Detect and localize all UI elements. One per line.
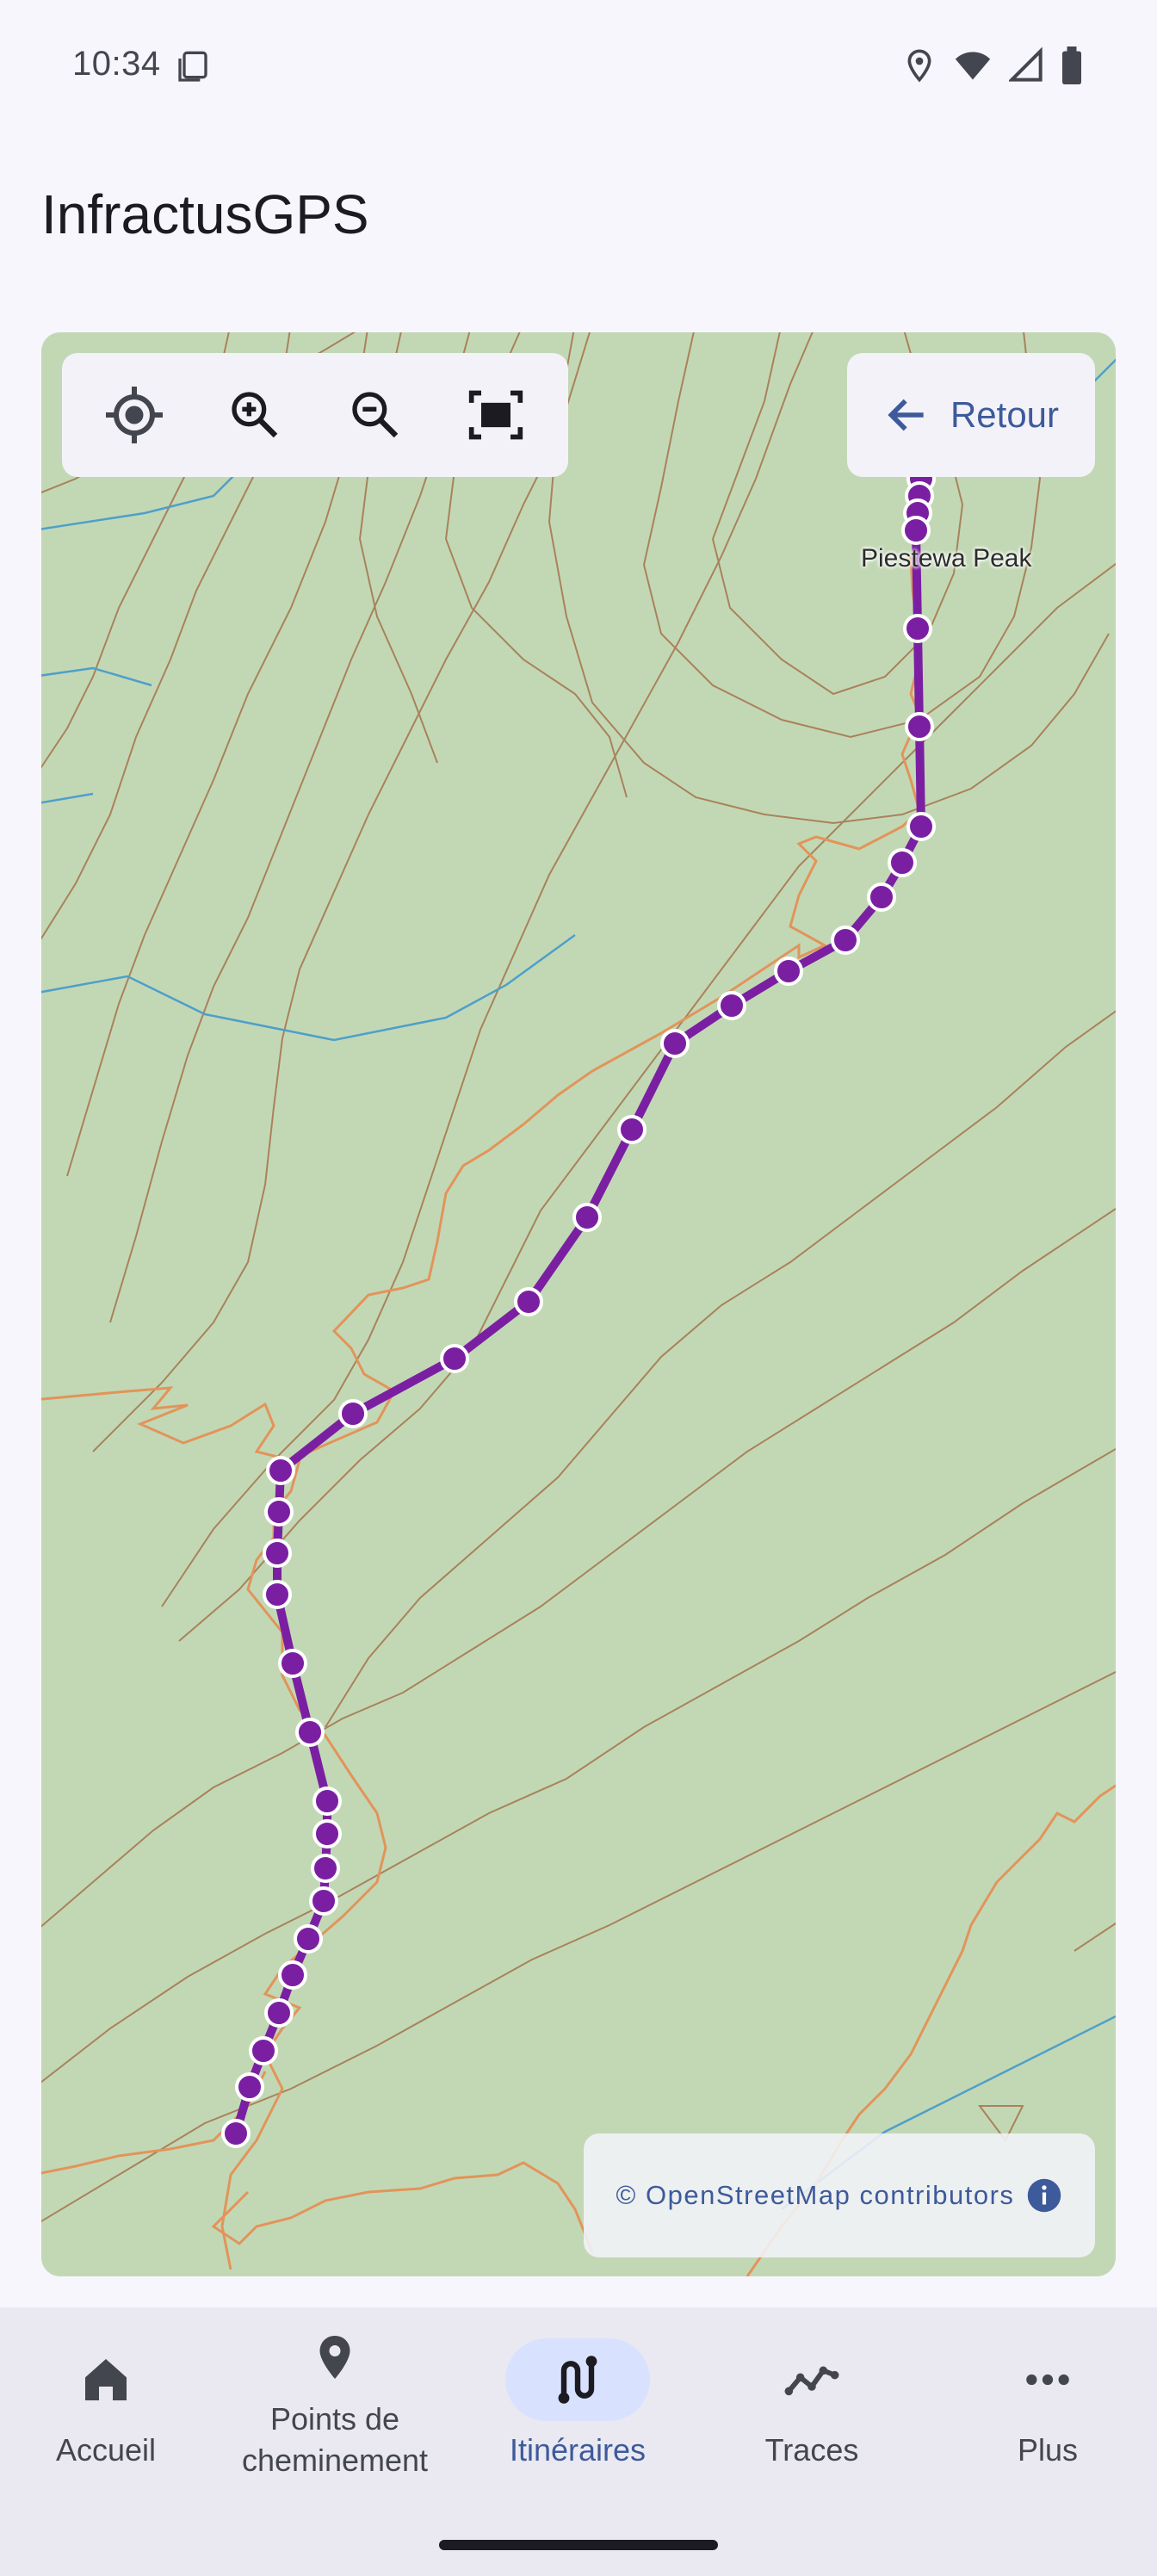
home-icon	[85, 2359, 127, 2400]
fit-screen-icon	[468, 390, 523, 440]
cell-signal-icon	[1009, 46, 1043, 82]
trails	[41, 555, 1116, 2276]
route-icon	[558, 2356, 597, 2404]
route-track	[232, 474, 925, 2138]
nav-label-plus: Plus	[1017, 2432, 1079, 2468]
contour-lines	[41, 332, 1116, 2223]
zoom-out-icon	[352, 392, 399, 438]
status-time: 10:34	[72, 45, 161, 83]
peak-label: Piestewa Peak	[861, 544, 1032, 573]
location-icon	[907, 49, 931, 83]
nav-label-itineraires: Itinéraires	[509, 2432, 647, 2468]
gesture-bar[interactable]	[439, 2540, 718, 2550]
battery-icon	[1062, 46, 1081, 84]
screenshot-icon	[178, 51, 207, 82]
bottom-navigation: Accueil Points de cheminement Itinéraire…	[0, 2307, 1157, 2576]
map-attribution: © OpenStreetMap contributors	[584, 2133, 1095, 2257]
map-toolbar	[62, 353, 568, 477]
back-label: Retour	[950, 394, 1060, 435]
nav-item-points-de-cheminement[interactable]: Points de cheminement	[219, 2316, 451, 2481]
nav-label-points-de-cheminement: Points de cheminement	[241, 2401, 429, 2478]
nav-item-traces[interactable]: Traces	[696, 2338, 928, 2471]
wifi-icon	[955, 52, 991, 80]
app-title: InfractusGPS	[41, 183, 369, 245]
nav-item-plus[interactable]: Plus	[931, 2338, 1157, 2471]
place-icon	[319, 2336, 350, 2379]
nav-label-traces: Traces	[764, 2432, 859, 2468]
nav-item-accueil[interactable]: Accueil	[0, 2338, 222, 2471]
fit-screen-button[interactable]	[449, 368, 543, 462]
map-view[interactable]: Piestewa Peak Retour © OpenStreetMap con…	[41, 332, 1116, 2276]
zoom-in-icon	[232, 392, 278, 438]
active-indicator	[505, 2338, 650, 2421]
attribution-text[interactable]: © OpenStreetMap contributors	[616, 2180, 1015, 2211]
more-horizontal-icon	[1026, 2374, 1069, 2386]
my-location-button[interactable]	[87, 368, 182, 462]
info-icon[interactable]	[1026, 2177, 1062, 2214]
map-layer	[41, 332, 1116, 2276]
nav-label-accueil: Accueil	[55, 2432, 157, 2468]
route-waypoints	[221, 464, 936, 2148]
arrow-back-icon	[888, 399, 924, 431]
zoom-in-button[interactable]	[207, 368, 302, 462]
nav-item-itineraires[interactable]: Itinéraires	[461, 2338, 694, 2471]
trace-icon	[784, 2366, 839, 2396]
waterways	[41, 358, 1116, 2210]
zoom-out-button[interactable]	[328, 368, 423, 462]
back-button[interactable]: Retour	[847, 353, 1095, 477]
my-location-icon	[106, 387, 163, 443]
status-bar: 10:34	[0, 0, 1157, 138]
